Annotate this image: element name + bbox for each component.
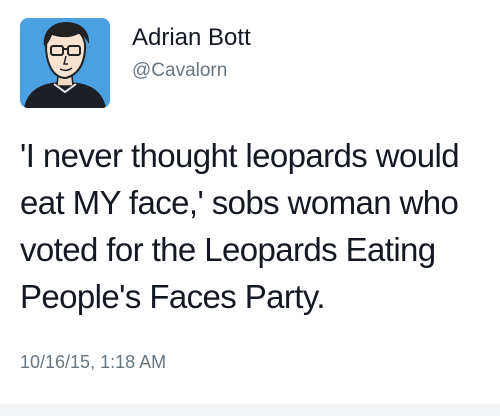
author-avatar[interactable] (20, 18, 110, 108)
card-bottom-divider (0, 404, 500, 416)
author-handle[interactable]: @Cavalorn (132, 60, 227, 82)
tweet-text: 'I never thought leopards would eat MY f… (20, 137, 460, 315)
author-display-name[interactable]: Adrian Bott (132, 24, 251, 52)
tweet-card: Adrian Bott @Cavalorn 'I never thought l… (0, 0, 500, 404)
tweet-timestamp[interactable]: 10/16/15, 1:18 AM (20, 352, 166, 373)
cartoon-man-with-glasses-avatar-icon (20, 18, 110, 108)
